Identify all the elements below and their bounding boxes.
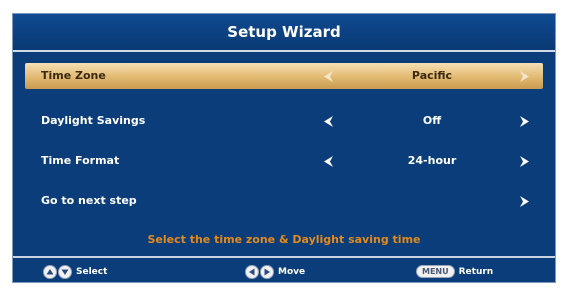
row-label: Time Format [41,154,120,167]
footer-select: Select [43,265,107,279]
down-button-icon [58,265,72,279]
menu-row-time-format[interactable]: Time Format 24-hour [25,148,543,174]
page-title: Setup Wizard [227,23,341,41]
footer-divider [13,256,555,258]
row-label: Go to next step [41,194,137,207]
footer-move: Move [245,265,305,279]
left-arrow-icon[interactable] [321,154,335,168]
right-arrow-icon[interactable] [517,154,531,168]
menu-row-next-step[interactable]: Go to next step [25,188,543,214]
row-value: Off [422,114,442,127]
row-value: Pacific [411,69,453,82]
footer-move-label: Move [278,267,306,277]
left-arrow-icon[interactable] [321,69,335,83]
menu-key-icon: MENU [416,265,455,278]
right-arrow-icon[interactable] [517,69,531,83]
right-arrow-icon[interactable] [517,194,531,208]
hint-text: Select the time zone & Daylight saving t… [147,233,421,246]
row-label: Daylight Savings [41,114,146,127]
left-button-icon [245,265,259,279]
right-button-icon [260,265,274,279]
row-value: 24-hour [407,154,457,167]
right-arrow-icon[interactable] [517,114,531,128]
up-button-icon [43,265,57,279]
row-label: Time Zone [41,69,106,82]
footer-return: MENU Return [416,265,493,278]
menu-row-time-zone[interactable]: Time Zone Pacific [25,63,543,89]
setup-wizard-screen: Setup Wizard Time Zone Pacific Daylight … [12,13,556,283]
menu-row-daylight-savings[interactable]: Daylight Savings Off [25,108,543,134]
title-bar: Setup Wizard [13,14,555,52]
footer-select-label: Select [76,267,108,277]
left-arrow-icon[interactable] [321,114,335,128]
footer-return-label: Return [458,266,494,277]
